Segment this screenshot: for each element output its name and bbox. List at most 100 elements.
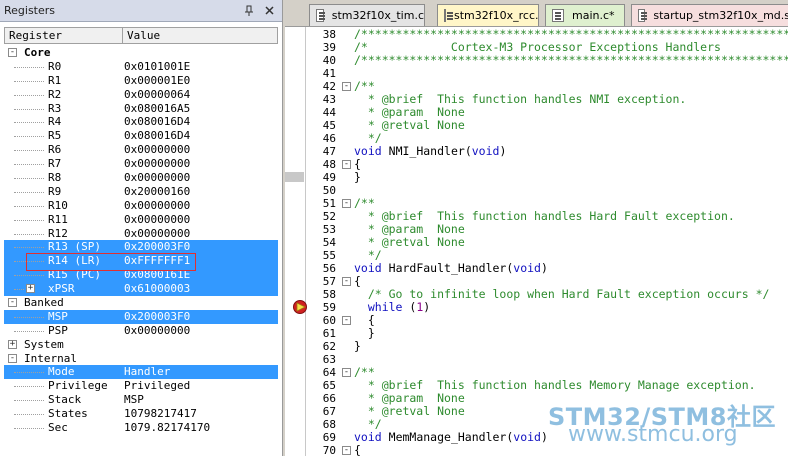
fold-toggle-icon[interactable]: - bbox=[342, 160, 351, 169]
register-row[interactable]: + xPSR 0x61000003 bbox=[4, 282, 278, 297]
register-row[interactable]: States 10798217417 bbox=[4, 407, 278, 421]
collapse-toggle-icon[interactable]: - bbox=[8, 48, 17, 57]
line-number: 41 bbox=[322, 67, 336, 80]
register-row[interactable]: R5 0x080016D4 bbox=[4, 129, 278, 143]
register-value[interactable]: 1079.82174170 bbox=[124, 421, 210, 435]
line-number: 61 bbox=[322, 327, 336, 340]
close-icon[interactable] bbox=[262, 4, 276, 18]
editor-tab[interactable]: stm32f10x_tim.c bbox=[309, 4, 425, 26]
register-value[interactable]: 0x000001E0 bbox=[124, 74, 190, 88]
file-icon bbox=[444, 9, 453, 22]
register-value[interactable]: 0xFFFFFFF1 bbox=[124, 254, 190, 268]
code-text: { bbox=[354, 443, 361, 456]
register-value[interactable]: MSP bbox=[124, 393, 144, 407]
register-value[interactable]: 0x200003F0 bbox=[124, 310, 190, 324]
column-value[interactable]: Value bbox=[123, 28, 277, 43]
register-row[interactable]: Stack MSP bbox=[4, 393, 278, 407]
register-value[interactable]: 0x00000000 bbox=[124, 213, 190, 227]
register-name: R1 bbox=[48, 73, 62, 87]
tree-connector bbox=[14, 400, 44, 402]
register-row[interactable]: R10 0x00000000 bbox=[4, 199, 278, 213]
fold-toggle-icon[interactable]: - bbox=[342, 277, 351, 286]
editor-tabs: stm32f10x_tim.c stm32f10x_rcc.h main.c* sta… bbox=[285, 0, 788, 27]
register-row[interactable]: - Internal bbox=[4, 352, 278, 366]
fold-toggle-icon[interactable]: - bbox=[342, 368, 351, 377]
editor-tab[interactable]: stm32f10x_rcc.h bbox=[437, 4, 539, 26]
register-row[interactable]: R4 0x080016D4 bbox=[4, 115, 278, 129]
pin-icon[interactable] bbox=[242, 4, 256, 18]
line-number: 57 bbox=[322, 275, 336, 288]
register-value[interactable]: 0x00000000 bbox=[124, 227, 190, 241]
register-value[interactable]: 0x00000064 bbox=[124, 88, 190, 102]
register-row[interactable]: Privilege Privileged bbox=[4, 379, 278, 393]
fold-toggle-icon[interactable]: - bbox=[342, 316, 351, 325]
code-line[interactable]: void MemManage_Handler(void) bbox=[354, 431, 548, 444]
column-register[interactable]: Register bbox=[5, 28, 123, 43]
code-line[interactable]: } bbox=[354, 171, 361, 184]
register-row[interactable]: R7 0x00000000 bbox=[4, 157, 278, 171]
code-text: */ bbox=[354, 417, 382, 431]
line-number: 38 bbox=[322, 28, 336, 41]
expand-toggle-icon[interactable]: + bbox=[26, 284, 35, 294]
register-row[interactable]: R9 0x20000160 bbox=[4, 185, 278, 199]
register-value[interactable]: 0x0800161E bbox=[124, 268, 190, 282]
register-name: R2 bbox=[48, 87, 62, 101]
register-row[interactable]: - Core bbox=[4, 46, 278, 60]
register-row[interactable]: R0 0x0101001E bbox=[4, 60, 278, 74]
register-value[interactable]: 0x080016D4 bbox=[124, 115, 190, 129]
editor-tab[interactable]: main.c* bbox=[545, 4, 625, 26]
register-row[interactable]: Mode Handler bbox=[4, 365, 278, 380]
tree-connector bbox=[14, 233, 44, 235]
register-value[interactable]: 0x00000000 bbox=[124, 199, 190, 213]
register-row[interactable]: R8 0x00000000 bbox=[4, 171, 278, 185]
register-row[interactable]: MSP 0x200003F0 bbox=[4, 309, 278, 324]
line-number: 55 bbox=[322, 249, 336, 262]
register-value[interactable]: Handler bbox=[124, 365, 170, 379]
register-name: PSP bbox=[48, 323, 68, 337]
line-number: 53 bbox=[322, 223, 336, 236]
code-editor[interactable]: /***************************************… bbox=[340, 27, 788, 456]
register-value[interactable]: 0x00000000 bbox=[124, 143, 190, 157]
fold-toggle-icon[interactable]: - bbox=[342, 199, 351, 208]
line-number: 54 bbox=[322, 236, 336, 249]
register-value[interactable]: 0x00000000 bbox=[124, 171, 190, 185]
register-value[interactable]: 0x00000000 bbox=[124, 157, 190, 171]
register-row[interactable]: R12 0x00000000 bbox=[4, 227, 278, 241]
register-row[interactable]: - Banked bbox=[4, 296, 278, 310]
code-line[interactable]: void NMI_Handler(void) bbox=[354, 145, 506, 158]
register-row[interactable]: R2 0x00000064 bbox=[4, 88, 278, 102]
register-row[interactable]: PSP 0x00000000 bbox=[4, 324, 278, 338]
editor-tab[interactable]: startup_stm32f10x_md.s bbox=[631, 4, 788, 26]
register-row[interactable]: R11 0x00000000 bbox=[4, 213, 278, 227]
register-row[interactable]: + System bbox=[4, 338, 278, 352]
code-text: } bbox=[354, 170, 361, 184]
register-row[interactable]: R15 (PC) 0x0800161E bbox=[4, 268, 278, 283]
register-row[interactable]: R1 0x000001E0 bbox=[4, 74, 278, 88]
register-row[interactable]: R14 (LR) 0xFFFFFFF1 bbox=[4, 254, 278, 269]
register-value[interactable]: 0x200003F0 bbox=[124, 240, 190, 254]
register-row[interactable]: R6 0x00000000 bbox=[4, 143, 278, 157]
register-row[interactable]: R13 (SP) 0x200003F0 bbox=[4, 240, 278, 255]
editor-gutter[interactable] bbox=[285, 27, 305, 456]
code-line[interactable]: /***************************************… bbox=[354, 54, 788, 67]
code-line[interactable]: } bbox=[354, 340, 361, 353]
tree-connector bbox=[14, 275, 44, 277]
register-row[interactable]: R3 0x080016A5 bbox=[4, 102, 278, 116]
register-value[interactable]: 0x20000160 bbox=[124, 185, 190, 199]
register-value[interactable]: 10798217417 bbox=[124, 407, 197, 421]
code-line[interactable]: { bbox=[354, 444, 361, 456]
fold-toggle-icon[interactable]: - bbox=[342, 82, 351, 91]
collapse-toggle-icon[interactable]: - bbox=[8, 298, 17, 308]
register-value[interactable]: 0x080016D4 bbox=[124, 129, 190, 143]
register-value[interactable]: 0x0101001E bbox=[124, 60, 190, 74]
register-value[interactable]: 0x080016A5 bbox=[124, 102, 190, 116]
register-name: R7 bbox=[48, 157, 62, 171]
register-value[interactable]: 0x00000000 bbox=[124, 324, 190, 338]
fold-toggle-icon[interactable]: - bbox=[342, 446, 351, 455]
collapse-toggle-icon[interactable]: - bbox=[8, 353, 17, 363]
expand-toggle-icon[interactable]: + bbox=[8, 339, 17, 349]
register-value[interactable]: Privileged bbox=[124, 379, 190, 393]
code-line[interactable]: void HardFault_Handler(void) bbox=[354, 262, 548, 275]
register-row[interactable]: Sec 1079.82174170 bbox=[4, 421, 278, 435]
register-value[interactable]: 0x61000003 bbox=[124, 282, 190, 296]
